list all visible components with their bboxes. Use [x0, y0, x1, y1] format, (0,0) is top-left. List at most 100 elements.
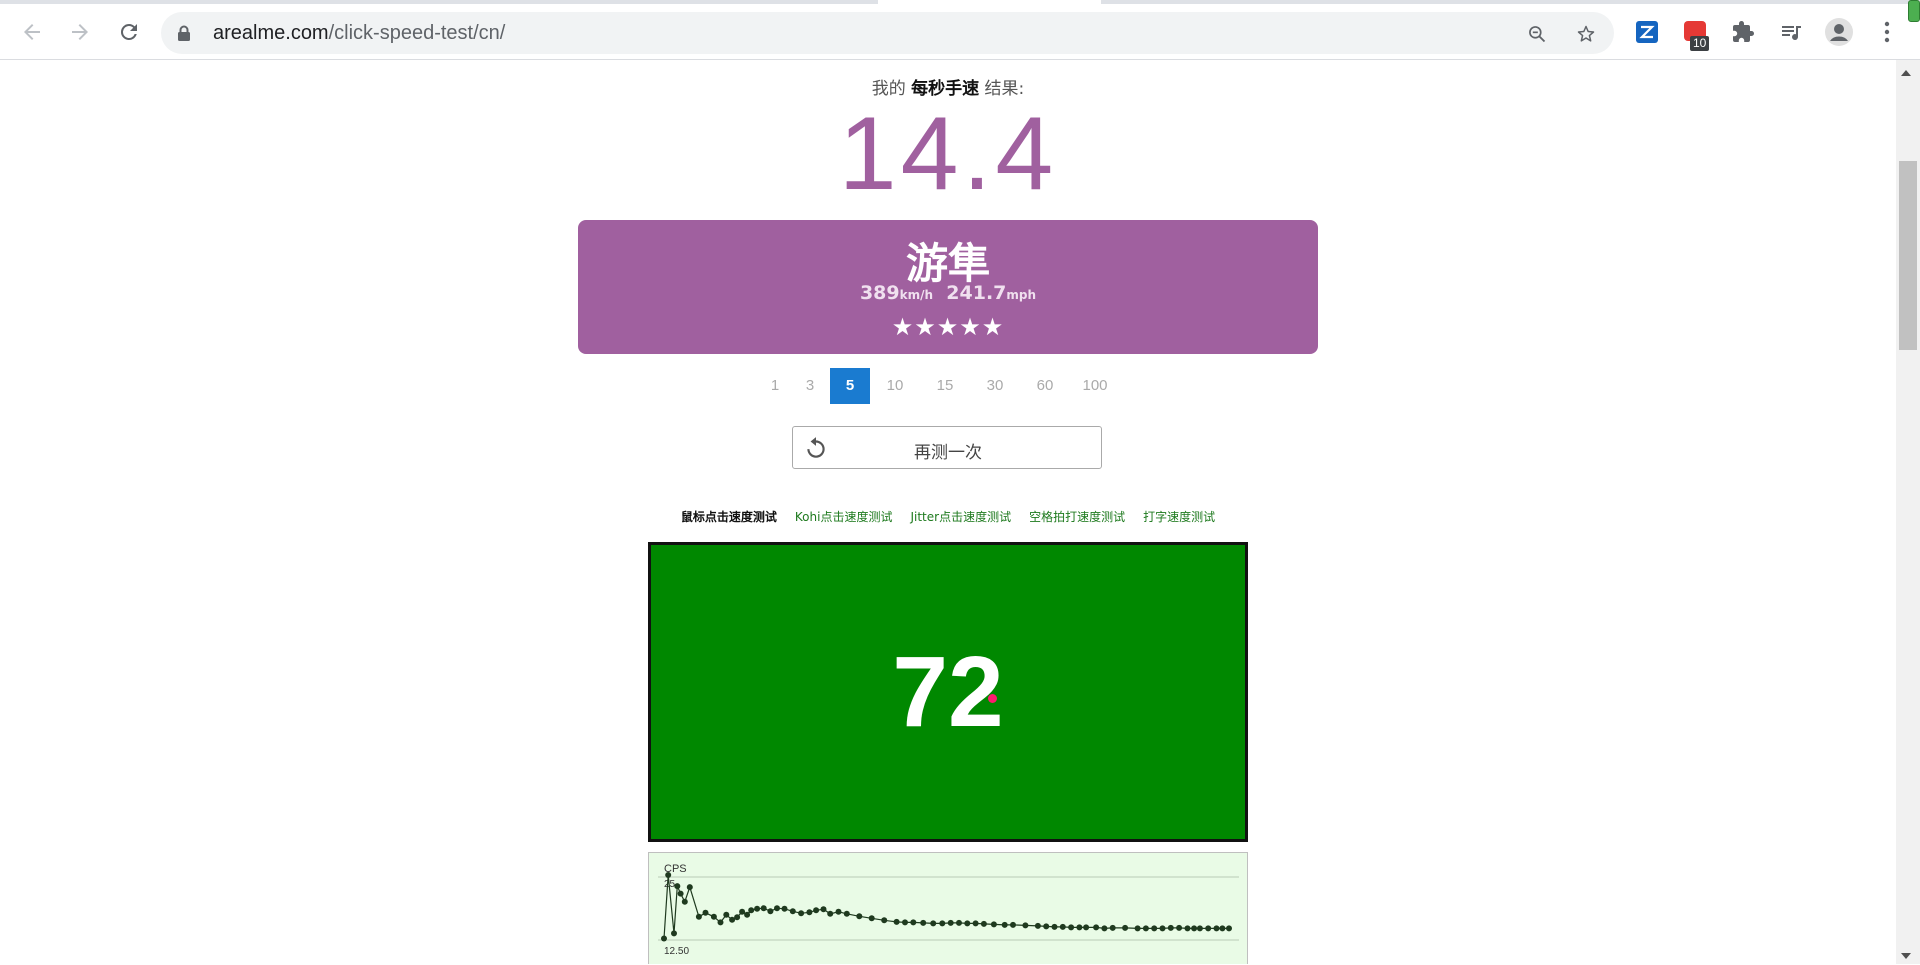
arrow-right-icon — [72, 24, 88, 40]
cps-point-59 — [1134, 925, 1141, 932]
cps-point-52 — [1068, 924, 1075, 931]
cps-point-9 — [710, 913, 717, 920]
cps-point-60 — [1142, 925, 1149, 932]
media-button[interactable] — [1776, 17, 1806, 47]
speed-mph: 241.7 — [946, 282, 1007, 304]
playlist-music-icon — [1782, 26, 1801, 41]
time-option-5[interactable]: 5 — [830, 368, 870, 404]
cps-point-47 — [1022, 922, 1029, 929]
cps-point-61 — [1151, 925, 1158, 932]
cps-point-45 — [1001, 921, 1008, 928]
more-vert-icon — [1884, 21, 1890, 43]
cps-point-10 — [717, 919, 724, 926]
time-option-100[interactable]: 100 — [1070, 368, 1120, 404]
url-path: /click-speed-test/cn/ — [328, 22, 506, 44]
unit-mph: mph — [1006, 288, 1037, 302]
cps-point-5 — [681, 898, 688, 905]
lock-icon[interactable] — [177, 25, 191, 42]
cps-point-42 — [972, 920, 979, 927]
cps-point-6 — [686, 884, 693, 891]
cps-point-63 — [1167, 924, 1174, 931]
profile-button[interactable] — [1824, 17, 1854, 47]
zoom-out-icon[interactable] — [1527, 24, 1547, 44]
cps-point-69 — [1213, 925, 1220, 932]
cps-point-62 — [1159, 925, 1166, 932]
cps-point-24 — [806, 909, 813, 916]
time-option-60[interactable]: 60 — [1020, 368, 1070, 404]
test-link-3[interactable]: 空格拍打速度测试 — [1029, 508, 1125, 525]
y-tick-bottom: 12.50 — [664, 946, 689, 957]
cps-point-40 — [956, 919, 962, 926]
cps-point-1 — [665, 872, 672, 878]
test-type-links: 鼠标点击速度测试 Kohi点击速度测试 Jitter点击速度测试 空格拍打速度测试 打字… — [0, 508, 1896, 525]
test-link-1[interactable]: Kohi点击速度测试 — [795, 508, 893, 525]
cps-point-34 — [902, 919, 908, 926]
scroll-up-arrow[interactable] — [1901, 70, 1911, 76]
test-link-0[interactable]: 鼠标点击速度测试 — [681, 508, 777, 525]
cps-point-11 — [723, 911, 730, 918]
back-button[interactable] — [17, 17, 47, 47]
time-option-10[interactable]: 10 — [870, 368, 920, 404]
cps-point-23 — [798, 910, 805, 917]
cps-point-27 — [827, 910, 834, 917]
cps-point-66 — [1191, 925, 1198, 932]
cps-point-53 — [1076, 924, 1083, 931]
cps-point-4 — [677, 890, 684, 897]
test-link-4[interactable]: 打字速度测试 — [1143, 508, 1215, 525]
address-bar[interactable]: arealme.com/click-speed-test/cn/ — [161, 12, 1614, 54]
cps-series — [661, 872, 1232, 942]
cps-point-41 — [964, 920, 971, 927]
cps-point-49 — [1043, 923, 1050, 930]
cps-point-0 — [661, 935, 667, 942]
url-text[interactable]: arealme.com/click-speed-test/cn/ — [213, 22, 505, 45]
cps-point-7 — [695, 913, 702, 920]
cps-point-54 — [1083, 924, 1090, 931]
cps-point-32 — [881, 917, 888, 924]
cps-point-67 — [1196, 925, 1203, 932]
cps-point-31 — [868, 915, 875, 922]
cps-point-43 — [980, 920, 987, 927]
time-option-3[interactable]: 3 — [790, 368, 830, 404]
z-extension-icon — [1636, 21, 1658, 43]
time-option-15[interactable]: 15 — [920, 368, 970, 404]
cps-point-35 — [910, 919, 917, 926]
time-option-30[interactable]: 30 — [970, 368, 1020, 404]
cps-point-8 — [702, 909, 709, 916]
bookmark-star-icon[interactable] — [1576, 24, 1596, 44]
cps-point-3 — [674, 883, 681, 890]
reload-icon — [120, 23, 137, 40]
cps-point-29 — [843, 910, 850, 917]
cps-point-50 — [1051, 923, 1058, 930]
avatar-icon — [1825, 18, 1853, 46]
cps-point-46 — [1010, 921, 1016, 928]
time-option-1[interactable]: 1 — [760, 368, 790, 404]
star-rating: ★★★★★ — [891, 313, 1005, 341]
cps-point-65 — [1184, 925, 1191, 932]
unit-kmh: km/h — [899, 288, 934, 302]
cps-point-20 — [774, 905, 780, 912]
cps-point-25 — [813, 907, 820, 914]
forward-button[interactable] — [65, 17, 95, 47]
test-link-2[interactable]: Jitter点击速度测试 — [910, 508, 1011, 525]
menu-button[interactable] — [1872, 17, 1902, 47]
cps-chart-svg: CPS 25 12.50 — [658, 863, 1239, 957]
cps-score: 14.4 — [838, 96, 1058, 212]
retry-button[interactable]: 再测一次 — [792, 426, 1102, 469]
window-edge-accent — [1908, 0, 1920, 22]
cps-point-18 — [760, 905, 767, 912]
cps-point-57 — [1109, 924, 1116, 931]
extension-z-button[interactable] — [1632, 17, 1662, 47]
rank-card: 游隼 389km/h 241.7mph ★★★★★ — [578, 220, 1318, 354]
scroll-thumb[interactable] — [1899, 161, 1917, 350]
reload-button[interactable] — [114, 17, 144, 47]
click-count: 72 — [892, 636, 1004, 748]
click-test-area[interactable]: 72 — [648, 542, 1248, 842]
cps-point-39 — [947, 919, 954, 926]
cps-point-48 — [1034, 922, 1041, 929]
cps-point-55 — [1093, 924, 1100, 931]
cps-point-33 — [893, 918, 900, 925]
cps-point-37 — [930, 920, 937, 927]
extensions-button[interactable] — [1728, 17, 1758, 47]
scroll-down-arrow[interactable] — [1901, 953, 1911, 959]
browser-toolbar: arealme.com/click-speed-test/cn/ 10 — [0, 0, 1920, 60]
